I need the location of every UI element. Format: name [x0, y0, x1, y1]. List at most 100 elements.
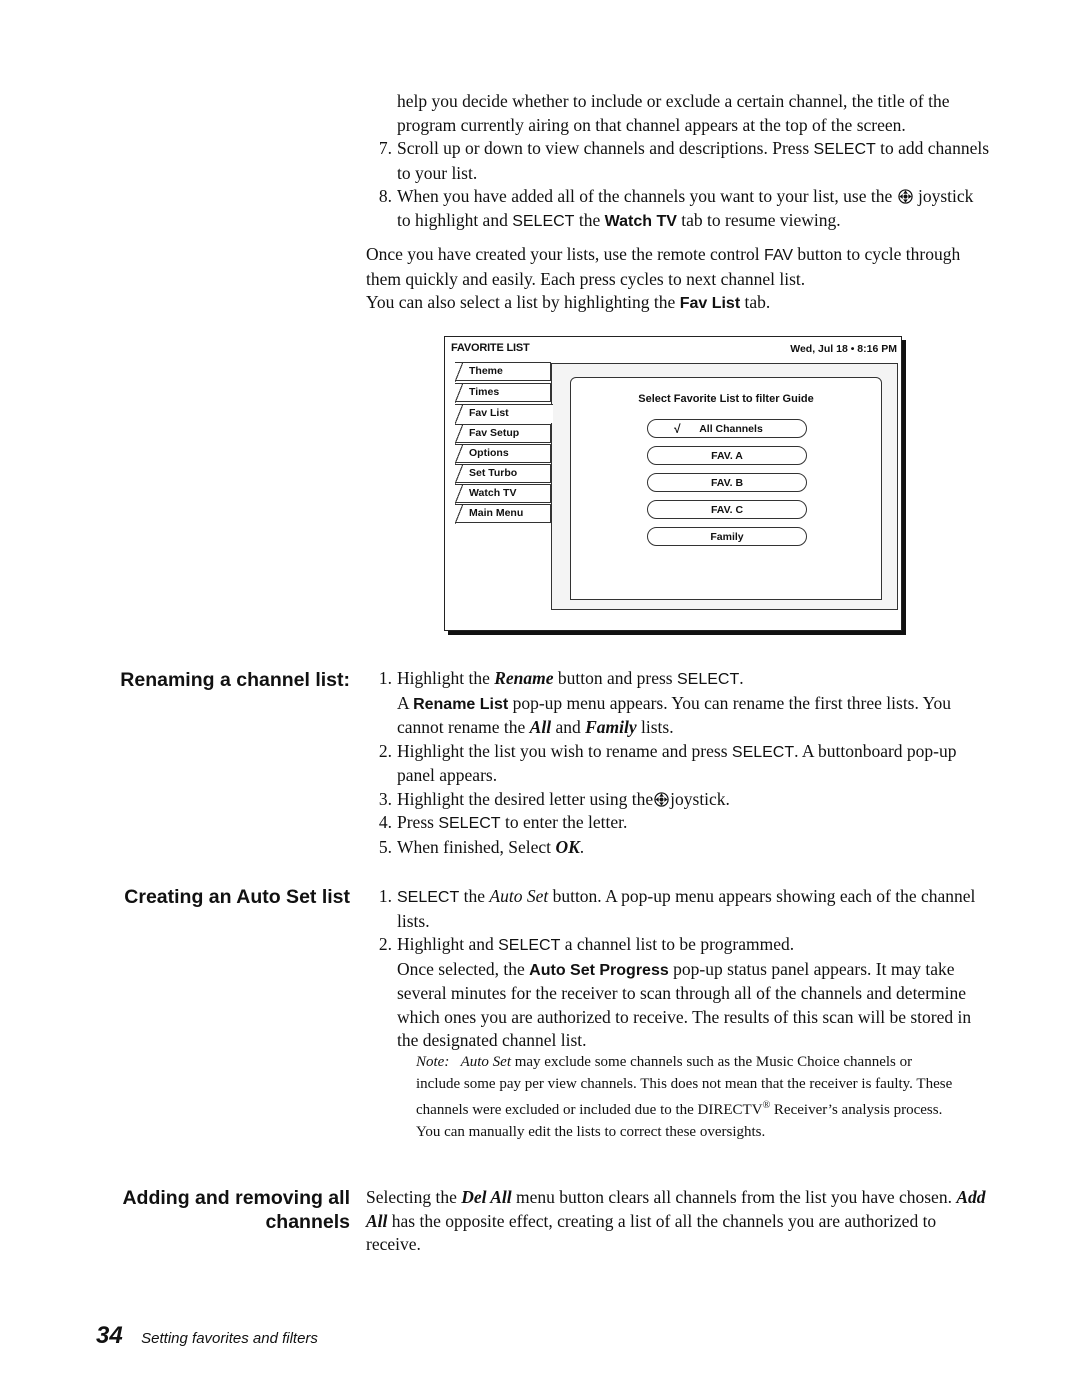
button-label: FAV. A [711, 450, 743, 462]
tab-main-menu[interactable]: Main Menu [455, 504, 551, 524]
step-text: Press [397, 812, 439, 832]
del-all-term: Del All [461, 1187, 512, 1207]
step-text: When finished, Select [397, 836, 556, 857]
step-number: 8. [378, 186, 392, 206]
section-heading-renaming: Renaming a channel list: [120, 669, 350, 691]
step-text: button and press [553, 668, 677, 688]
heading-line: Adding and removing all [122, 1187, 350, 1209]
list-selection-box: Select Favorite List to filter Guide √ A… [570, 377, 882, 600]
select-keyword: SELECT [397, 889, 460, 906]
select-keyword: SELECT [813, 141, 876, 158]
tab-label: Fav List [469, 407, 509, 419]
step-text: to enter the letter. [500, 812, 628, 832]
renaming-section: 1. Highlight the Rename button and press… [366, 667, 991, 859]
heading-line: channels [265, 1211, 350, 1233]
tab-label: Main Menu [469, 507, 524, 519]
tab-watch-tv[interactable]: Watch TV [455, 484, 551, 504]
list-button-family[interactable]: Family [647, 527, 807, 546]
step-text: A [397, 692, 414, 713]
para-text: has the opposite effect, creating a list… [366, 1210, 937, 1255]
step-number: 2. [378, 934, 392, 954]
step-text: lists. [636, 717, 674, 737]
para-text: You can also select a list by highlighti… [366, 292, 680, 312]
fav-cycle-paragraph: Once you have created your lists, use th… [366, 243, 991, 316]
screen-datetime: Wed, Jul 18 • 8:16 PM [790, 343, 897, 355]
tab-times[interactable]: Times [455, 383, 551, 403]
tab-set-turbo[interactable]: Set Turbo [455, 464, 551, 484]
button-label: Family [710, 531, 744, 543]
select-keyword: SELECT [438, 815, 501, 832]
watch-tv-term: Watch TV [604, 212, 677, 230]
para-text: Once you have created your lists, use th… [366, 244, 764, 264]
step-number: 1. [378, 886, 392, 906]
select-keyword: SELECT [677, 671, 740, 688]
paragraph: Once you have created your lists, use th… [366, 243, 991, 291]
step-text: the [459, 886, 490, 906]
step-number: 7. [378, 138, 392, 158]
list-button-fav-b[interactable]: FAV. B [647, 473, 807, 492]
step-4: 4. Press SELECT to enter the letter. [366, 811, 991, 836]
para-text: menu button clears all channels from the… [511, 1187, 957, 1207]
family-term: Family [585, 717, 637, 737]
add-remove-paragraph: Selecting the Del All menu button clears… [366, 1186, 991, 1257]
tab-label: Times [469, 386, 500, 398]
step-1: 1. Highlight the Rename button and press… [366, 667, 991, 692]
tab-label: Watch TV [469, 487, 517, 499]
step-1: 1. SELECT the Auto Set button. A pop-up … [366, 885, 991, 933]
step-8: 8. When you have added all of the channe… [366, 185, 991, 233]
step-1-note: A Rename List pop-up menu appears. You c… [366, 692, 991, 740]
step-text: tab to resume viewing. [676, 209, 841, 230]
button-label: All Channels [699, 423, 763, 435]
autoset-section: 1. SELECT the Auto Set button. A pop-up … [366, 885, 991, 1053]
page-number: 34 [96, 1322, 123, 1349]
page-footer: 34 Setting favorites and filters [96, 1322, 318, 1350]
step-number: 4. [378, 812, 392, 832]
step-text: Highlight the list you wish to rename an… [397, 740, 732, 761]
checkmark-icon: √ [674, 422, 681, 436]
para-text: Selecting the [366, 1187, 462, 1207]
step-text: Highlight and [397, 934, 499, 954]
step-text: Highlight the desired letter using the [397, 788, 654, 809]
step-6-continuation: help you decide whether to include or ex… [366, 90, 991, 137]
joystick-icon [654, 790, 669, 807]
fav-list-term: Fav List [679, 295, 741, 312]
step-number: 1. [378, 668, 392, 688]
rename-term: Rename [494, 668, 554, 688]
ok-term: OK [555, 836, 580, 857]
section-heading-autoset: Creating an Auto Set list [124, 886, 350, 908]
tab-label: Fav Setup [469, 427, 520, 439]
step-text: a channel list to be programmed. [560, 934, 795, 954]
auto-set-term: Auto Set [489, 886, 549, 906]
fav-keyword: FAV [764, 247, 794, 264]
favorite-list-screen: FAVORITE LIST Wed, Jul 18 • 8:16 PM Them… [444, 336, 902, 631]
step-3: 3. Highlight the desired letter using th… [366, 788, 991, 812]
list-button-all-channels[interactable]: √ All Channels [647, 419, 807, 438]
button-label: FAV. C [710, 504, 744, 516]
step-text: help you decide whether to include or ex… [397, 91, 950, 135]
tab-fav-list[interactable]: Fav List [455, 404, 553, 424]
list-button-fav-a[interactable]: FAV. A [647, 446, 807, 465]
paragraph: You can also select a list by highlighti… [366, 291, 991, 316]
tab-label: Set Turbo [469, 467, 518, 479]
joystick-icon [897, 187, 913, 204]
list-button-fav-c[interactable]: FAV. C [647, 500, 807, 519]
button-label: FAV. B [710, 477, 744, 489]
auto-set-note: Note: Auto Set may exclude some channels… [416, 1052, 956, 1143]
tab-fav-setup[interactable]: Fav Setup [455, 424, 551, 444]
select-keyword: SELECT [512, 212, 575, 230]
filter-prompt: Select Favorite List to filter Guide [638, 393, 814, 405]
step-text: the [574, 209, 605, 230]
step-text: When you have added all of the channels … [397, 186, 897, 206]
rename-list-term: Rename List [413, 695, 509, 713]
tab-theme[interactable]: Theme [455, 362, 551, 382]
step-text: . [579, 836, 585, 857]
para-text: tab. [740, 292, 771, 312]
section-heading-add-remove: Adding and removing all channels [60, 1186, 350, 1234]
auto-set-progress-term: Auto Set Progress [529, 961, 669, 979]
tab-options[interactable]: Options [455, 444, 551, 464]
select-keyword: SELECT [498, 937, 561, 954]
step-text: Highlight the [397, 668, 495, 688]
note-label: Note: [416, 1054, 450, 1070]
step-text: Scroll up or down to view channels and d… [397, 138, 814, 158]
tab-label: Theme [469, 365, 503, 377]
